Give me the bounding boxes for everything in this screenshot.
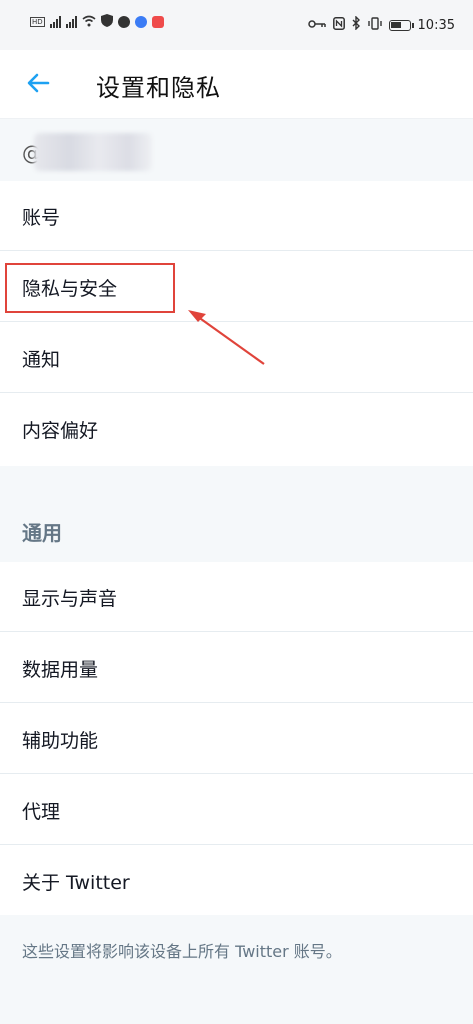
account-row[interactable]: @ [0, 118, 473, 183]
settings-row-label: 辅助功能 [22, 730, 99, 752]
settings-row-content-preferences[interactable]: 内容偏好 [0, 394, 473, 464]
settings-row-accessibility[interactable]: 辅助功能 [0, 704, 473, 774]
settings-row-data-usage[interactable]: 数据用量 [0, 633, 473, 703]
footer-note: 这些设置将影响该设备上所有 Twitter 账号。 [22, 942, 342, 961]
vibrate-icon [367, 16, 382, 34]
signal-5g-icon [65, 16, 77, 28]
wifi-icon [82, 15, 96, 30]
settings-row-proxy[interactable]: 代理 [0, 775, 473, 845]
shield-icon [100, 14, 113, 30]
app-red-icon [151, 16, 164, 28]
annotation-arrow-icon [188, 310, 265, 365]
footer-background [0, 915, 473, 1024]
settings-row-label: 内容偏好 [22, 420, 99, 442]
settings-row-label: 显示与声音 [22, 588, 118, 610]
top-app-bar: 设置和隐私 [0, 50, 473, 118]
status-right-icons: 10:35 [307, 15, 455, 34]
settings-row-label: 账号 [22, 207, 61, 229]
app-icon [117, 16, 130, 28]
account-handle-redacted [34, 133, 152, 171]
settings-row-label: 代理 [22, 801, 61, 823]
page-title: 设置和隐私 [96, 74, 221, 102]
battery-icon [388, 19, 414, 31]
clock: 10:35 [417, 17, 455, 33]
status-left-icons: HD [30, 14, 164, 30]
settings-row-label: 通知 [22, 349, 61, 371]
settings-row-display-sound[interactable]: 显示与声音 [0, 562, 473, 632]
settings-row-label: 数据用量 [22, 659, 99, 681]
hd-badge-icon: HD [30, 17, 45, 27]
key-icon [307, 18, 326, 33]
arrow-left-icon [27, 73, 50, 93]
nfc-icon [332, 16, 345, 34]
settings-row-label: 关于 Twitter [22, 872, 130, 894]
settings-row-about-twitter[interactable]: 关于 Twitter [0, 846, 473, 916]
signal-4g-icon [49, 16, 61, 28]
back-button[interactable] [24, 68, 54, 98]
bluetooth-icon [352, 15, 361, 34]
highlight-box [5, 263, 175, 313]
status-bar: HD 10:35 [0, 0, 473, 50]
section-title-general: 通用 [22, 521, 62, 545]
music-icon [134, 16, 147, 28]
settings-row-account[interactable]: 账号 [0, 181, 473, 251]
